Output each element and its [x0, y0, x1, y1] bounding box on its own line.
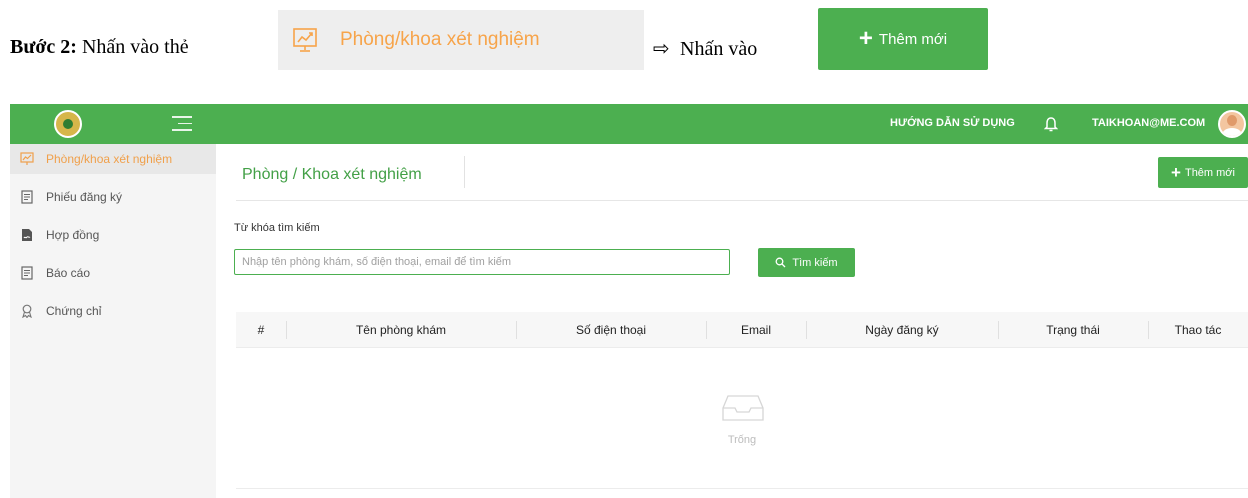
page-title: Phòng / Khoa xét nghiệm: [242, 166, 422, 183]
search-label: Từ khóa tìm kiếm: [234, 222, 320, 234]
column-header-email[interactable]: Email: [706, 312, 806, 347]
sidebar-item-label: Chứng chỉ: [46, 304, 102, 318]
search-icon: [775, 257, 786, 268]
sidebar-item-certificate[interactable]: Chứng chỉ: [10, 296, 216, 326]
arrow-right-icon: ⇨: [653, 36, 670, 60]
instruction-add-button-image: + Thêm mới: [818, 8, 988, 70]
sidebar-item-label: Phòng/khoa xét nghiệm: [46, 152, 173, 166]
instruction-line: Bước 2: Nhấn vào thẻ Phòng/khoa xét nghi…: [0, 0, 1248, 96]
instruction-text-press: Nhấn vào: [680, 38, 758, 60]
lab-table: # Tên phòng khám Số điện thoại Email Ngà…: [236, 312, 1248, 489]
app-window: HƯỚNG DẪN SỬ DỤNG TAIKHOAN@ME.COM Phòng/…: [10, 104, 1248, 498]
sidebar-item-report[interactable]: Báo cáo: [10, 258, 216, 288]
column-header-phone[interactable]: Số điện thoại: [516, 312, 706, 347]
sidebar-item-registration[interactable]: Phiếu đăng ký: [10, 182, 216, 212]
logo-icon[interactable]: [54, 110, 82, 138]
report-icon: [20, 266, 34, 280]
column-header-clinic-name[interactable]: Tên phòng khám: [286, 312, 516, 347]
title-divider: [464, 156, 465, 188]
column-header-status[interactable]: Trạng thái: [998, 312, 1148, 347]
empty-text: Trống: [727, 434, 757, 446]
certificate-icon: [20, 304, 34, 318]
instruction-tab-label: Phòng/khoa xét nghiệm: [340, 29, 540, 50]
sidebar-item-lab[interactable]: Phòng/khoa xét nghiệm: [10, 144, 216, 174]
instruction-tab-image: Phòng/khoa xét nghiệm: [278, 10, 644, 70]
instruction-step: Bước 2: Nhấn vào thẻ: [10, 36, 189, 59]
instruction-add-label: Thêm mới: [878, 30, 948, 48]
sidebar-item-label: Hợp đồng: [46, 228, 100, 242]
sidebar-item-label: Báo cáo: [46, 266, 91, 280]
empty-inbox-icon: [722, 395, 764, 421]
top-bar: HƯỚNG DẪN SỬ DỤNG TAIKHOAN@ME.COM: [10, 104, 1248, 144]
main-content: Phòng / Khoa xét nghiệm + Thêm mới Từ kh…: [216, 144, 1248, 498]
search-button[interactable]: Tìm kiếm: [758, 248, 855, 277]
column-header-registered-date[interactable]: Ngày đăng ký: [806, 312, 998, 347]
instruction-text-tap: Nhấn vào thẻ: [81, 36, 189, 58]
sidebar: Phòng/khoa xét nghiệm Phiếu đăng ký Hợp …: [10, 144, 216, 498]
add-new-button[interactable]: + Thêm mới: [1158, 157, 1248, 188]
search-input[interactable]: [234, 249, 730, 275]
table-header: # Tên phòng khám Số điện thoại Email Ngà…: [236, 312, 1248, 348]
chart-icon: [293, 28, 317, 52]
search-button-label: Tìm kiếm: [792, 256, 838, 269]
step-label: Bước 2:: [10, 36, 77, 58]
empty-state: Trống: [236, 348, 1248, 486]
plus-icon: +: [858, 25, 873, 52]
column-header-index[interactable]: #: [236, 312, 286, 347]
sidebar-item-contract[interactable]: Hợp đồng: [10, 220, 216, 250]
header-divider: [236, 200, 1248, 201]
plus-icon: +: [1171, 163, 1181, 182]
account-email[interactable]: TAIKHOAN@ME.COM: [1092, 117, 1205, 129]
contract-icon: [20, 228, 34, 242]
document-icon: [20, 190, 34, 204]
chart-icon: [20, 152, 34, 166]
sidebar-item-label: Phiếu đăng ký: [46, 190, 123, 204]
column-header-actions[interactable]: Thao tác: [1148, 312, 1248, 347]
user-guide-link[interactable]: HƯỚNG DẪN SỬ DỤNG: [890, 117, 1015, 129]
add-new-label: Thêm mới: [1184, 166, 1235, 179]
bell-icon[interactable]: [1044, 116, 1058, 132]
table-bottom-border: [236, 488, 1248, 489]
menu-toggle-icon[interactable]: [172, 116, 192, 132]
avatar[interactable]: [1218, 110, 1246, 138]
